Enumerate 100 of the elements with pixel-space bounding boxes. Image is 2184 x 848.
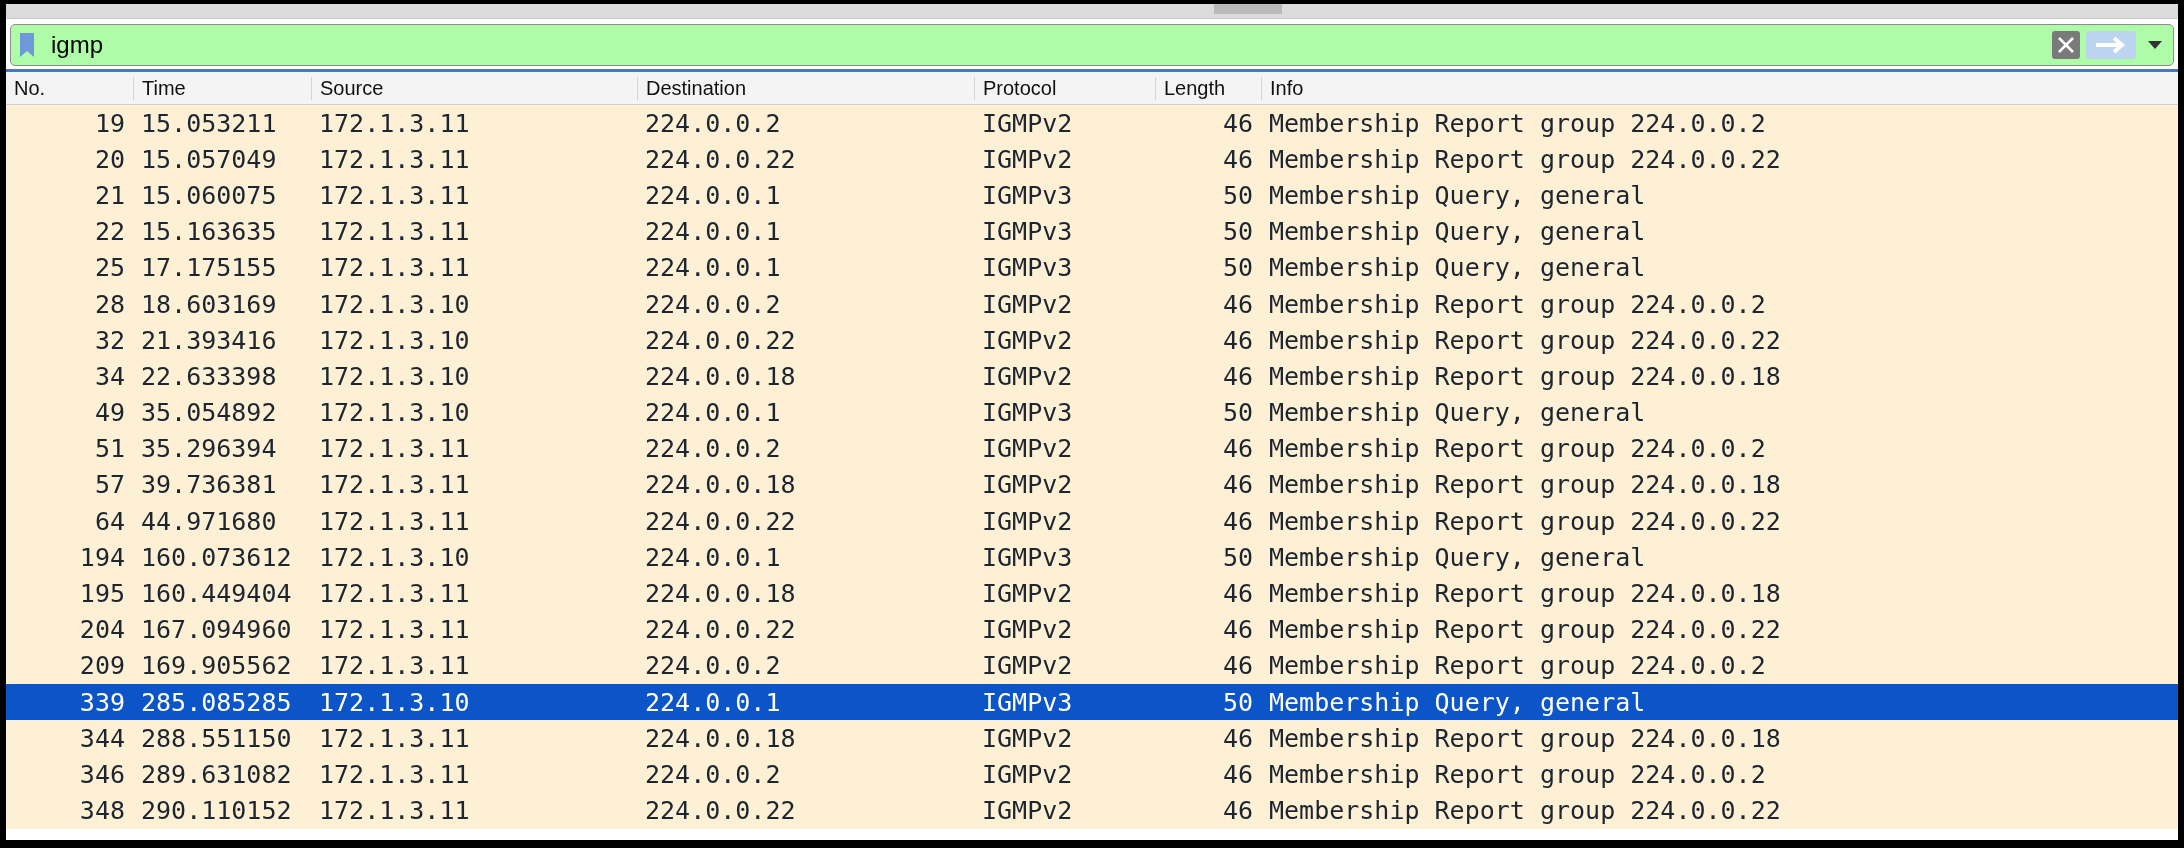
table-cell: IGMPv3 xyxy=(982,180,1073,210)
table-cell: IGMPv2 xyxy=(982,506,1073,536)
display-filter-field[interactable]: igmp xyxy=(10,24,2174,66)
table-cell: 290.110152 xyxy=(141,796,292,826)
table-cell: 172.1.3.11 xyxy=(319,579,470,609)
table-cell: 172.1.3.10 xyxy=(319,687,470,717)
table-cell: 224.0.0.22 xyxy=(645,325,796,355)
table-cell: IGMPv2 xyxy=(982,470,1073,500)
bookmark-icon[interactable] xyxy=(18,31,36,59)
table-cell: 44.971680 xyxy=(141,506,277,536)
table-cell: Membership Report group 224.0.0.2 xyxy=(1269,434,1766,464)
table-cell: 172.1.3.11 xyxy=(319,108,470,138)
table-cell: 172.1.3.10 xyxy=(319,289,470,319)
packet-row[interactable]: 28 18.603169 172.1.3.10 224.0.0.2 IGMPv2 46 Membership Report group 224.0.0.2 xyxy=(6,285,2178,323)
packet-row[interactable]: 348 290.110152 172.1.3.11 224.0.0.22 IGMPv2 46 Membership Report group 224.0.0.22 xyxy=(6,792,2178,829)
table-cell: IGMPv2 xyxy=(982,615,1073,645)
table-cell: 224.0.0.2 xyxy=(645,651,781,681)
column-header[interactable]: Info xyxy=(1261,76,2178,100)
table-cell: 224.0.0.2 xyxy=(645,289,781,319)
table-cell: 46 xyxy=(1222,434,1253,464)
table-cell: 172.1.3.10 xyxy=(319,361,470,391)
table-cell: IGMPv2 xyxy=(982,796,1073,826)
packet-row[interactable]: 21 15.060075 172.1.3.11 224.0.0.1 IGMPv3 50 Membership Query, general xyxy=(6,177,2178,214)
table-cell: Membership Report group 224.0.0.22 xyxy=(1269,144,1781,174)
table-cell: 21 xyxy=(94,180,125,210)
packet-row[interactable]: 346 289.631082 172.1.3.11 224.0.0.2 IGMPv2 46 Membership Report group 224.0.0.2 xyxy=(6,756,2178,793)
packet-row[interactable]: 195 160.449404 172.1.3.11 224.0.0.18 IGMPv2 46 Membership Report group 224.0.0.18 xyxy=(6,575,2178,612)
table-cell: 224.0.0.2 xyxy=(645,759,781,789)
table-cell: 288.551150 xyxy=(141,723,292,753)
table-cell: 46 xyxy=(1222,108,1253,138)
packet-row[interactable]: 339 285.085285 172.1.3.10 224.0.0.1 IGMPv3 50 Membership Query, general xyxy=(6,684,2178,721)
table-cell: IGMPv2 xyxy=(982,144,1073,174)
table-cell: 46 xyxy=(1222,796,1253,826)
packet-row[interactable]: 32 21.393416 172.1.3.10 224.0.0.22 IGMPv2 46 Membership Report group 224.0.0.22 xyxy=(6,322,2178,359)
table-cell: 194 xyxy=(79,542,125,572)
packet-row[interactable]: 49 35.054892 172.1.3.10 224.0.0.1 IGMPv3 50 Membership Query, general xyxy=(6,394,2178,431)
column-header[interactable]: Time xyxy=(133,76,311,100)
table-cell: 339 xyxy=(79,687,125,717)
clear-icon[interactable] xyxy=(2052,31,2080,59)
table-cell: 20 xyxy=(94,144,125,174)
caret-icon[interactable] xyxy=(2148,41,2162,49)
column-header[interactable]: Source xyxy=(311,76,637,100)
packet-row[interactable]: 344 288.551150 172.1.3.11 224.0.0.18 IGMPv2 46 Membership Report group 224.0.0.18 xyxy=(6,720,2178,757)
packet-row[interactable]: 25 17.175155 172.1.3.11 224.0.0.1 IGMPv3 50 Membership Query, general xyxy=(6,249,2178,286)
table-cell: IGMPv3 xyxy=(982,687,1073,717)
table-cell: 289.631082 xyxy=(141,759,292,789)
packet-row[interactable]: 34 22.633398 172.1.3.10 224.0.0.18 IGMPv2 46 Membership Report group 224.0.0.18 xyxy=(6,358,2178,395)
table-cell: 172.1.3.11 xyxy=(319,434,470,464)
table-cell: 224.0.0.18 xyxy=(645,470,796,500)
packet-row[interactable]: 194 160.073612 172.1.3.10 224.0.0.1 IGMPv3 50 Membership Query, general xyxy=(6,539,2178,576)
table-cell: 34 xyxy=(94,361,125,391)
table-cell: 64 xyxy=(94,506,125,536)
column-header[interactable]: Length xyxy=(1155,76,1261,100)
table-cell: Membership Report group 224.0.0.2 xyxy=(1269,108,1766,138)
table-cell: 160.073612 xyxy=(141,542,292,572)
table-cell: Membership Query, general xyxy=(1269,687,1646,717)
table-cell: IGMPv2 xyxy=(982,723,1073,753)
packet-row[interactable]: 209 169.905562 172.1.3.11 224.0.0.2 IGMPv2 46 Membership Report group 224.0.0.2 xyxy=(6,647,2178,684)
table-cell: 46 xyxy=(1222,506,1253,536)
packet-row[interactable]: 64 44.971680 172.1.3.11 224.0.0.22 IGMPv2 46 Membership Report group 224.0.0.22 xyxy=(6,503,2178,540)
table-cell: 224.0.0.1 xyxy=(645,180,781,210)
scrollbar-thumb[interactable] xyxy=(1214,4,1282,14)
table-cell: 50 xyxy=(1222,398,1253,428)
table-cell: IGMPv2 xyxy=(982,759,1073,789)
packet-row[interactable]: 19 15.053211 172.1.3.11 224.0.0.2 IGMPv2 46 Membership Report group 224.0.0.2 xyxy=(6,105,2178,142)
packet-row[interactable]: 204 167.094960 172.1.3.11 224.0.0.22 IGMPv2 46 Membership Report group 224.0.0.22 xyxy=(6,611,2178,648)
table-cell: 209 xyxy=(79,651,125,681)
column-header[interactable]: Protocol xyxy=(974,76,1155,100)
table-cell: Membership Report group 224.0.0.22 xyxy=(1269,615,1781,645)
table-cell: 172.1.3.11 xyxy=(319,217,470,247)
table-cell: 224.0.0.22 xyxy=(645,796,796,826)
table-cell: 46 xyxy=(1222,361,1253,391)
table-cell: IGMPv3 xyxy=(982,398,1073,428)
table-cell: 46 xyxy=(1222,144,1253,174)
packet-row[interactable]: 22 15.163635 172.1.3.11 224.0.0.1 IGMPv3 50 Membership Query, general xyxy=(6,213,2178,250)
table-cell: IGMPv2 xyxy=(982,434,1073,464)
table-cell: 224.0.0.22 xyxy=(645,615,796,645)
packet-row[interactable]: 51 35.296394 172.1.3.11 224.0.0.2 IGMPv2 46 Membership Report group 224.0.0.2 xyxy=(6,430,2178,467)
table-cell: 46 xyxy=(1222,651,1253,681)
table-cell: 224.0.0.18 xyxy=(645,361,796,391)
table-cell: Membership Report group 224.0.0.18 xyxy=(1269,579,1781,609)
table-cell: 172.1.3.11 xyxy=(319,506,470,536)
table-cell: 224.0.0.1 xyxy=(645,687,781,717)
column-header[interactable]: Destination xyxy=(637,76,974,100)
table-cell: 224.0.0.2 xyxy=(645,108,781,138)
table-cell: 224.0.0.22 xyxy=(645,506,796,536)
table-cell: 57 xyxy=(94,470,125,500)
table-cell: 28 xyxy=(94,289,125,319)
table-cell: Membership Report group 224.0.0.22 xyxy=(1269,325,1781,355)
table-cell: Membership Query, general xyxy=(1269,542,1646,572)
table-cell: Membership Report group 224.0.0.2 xyxy=(1269,759,1766,789)
table-cell: 195 xyxy=(79,579,125,609)
table-cell: IGMPv2 xyxy=(982,651,1073,681)
packet-row[interactable]: 20 15.057049 172.1.3.11 224.0.0.22 IGMPv2 46 Membership Report group 224.0.0.22 xyxy=(6,141,2178,178)
packet-row[interactable]: 57 39.736381 172.1.3.11 224.0.0.18 IGMPv2 46 Membership Report group 224.0.0.18 xyxy=(6,466,2178,504)
table-cell: 32 xyxy=(94,325,125,355)
column-header[interactable]: No. xyxy=(6,76,133,100)
table-cell: 46 xyxy=(1222,579,1253,609)
table-cell: 51 xyxy=(94,434,125,464)
table-cell: Membership Report group 224.0.0.22 xyxy=(1269,796,1781,826)
